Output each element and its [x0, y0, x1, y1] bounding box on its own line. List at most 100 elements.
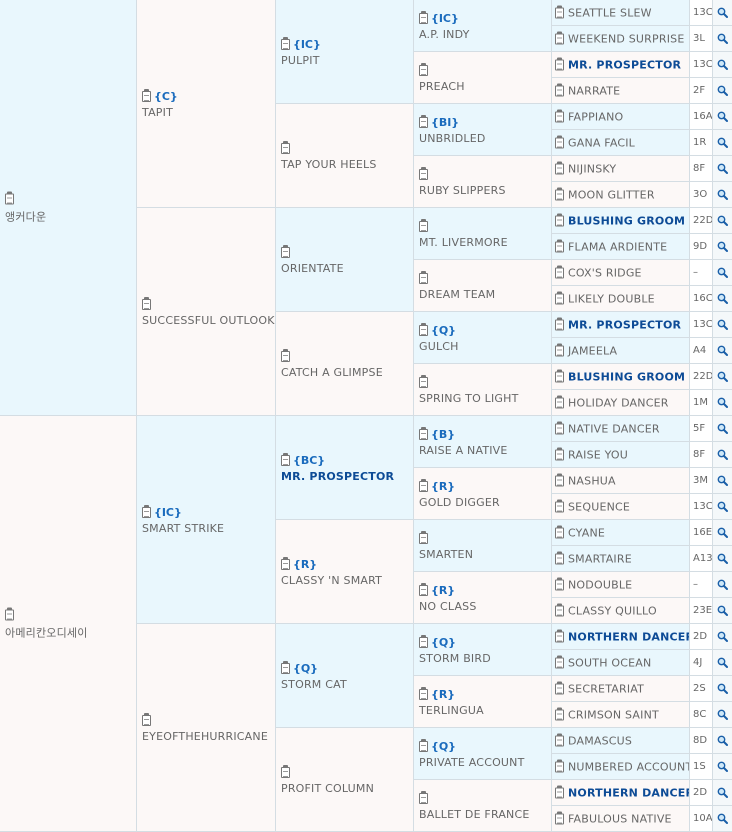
horse-name[interactable]: FAPPIANO — [568, 110, 623, 123]
horse-name[interactable]: NODOUBLE — [568, 578, 632, 591]
horse-name[interactable]: JAMEELA — [568, 344, 617, 357]
horse-name[interactable]: 앵커다운 — [5, 208, 134, 224]
clipboard-icon[interactable] — [555, 629, 564, 642]
horse-name[interactable]: PRIVATE ACCOUNT — [419, 756, 549, 769]
search-icon[interactable] — [713, 780, 732, 806]
horse-cell-gen4-2[interactable]: PREACH — [414, 52, 552, 104]
search-icon[interactable] — [713, 754, 732, 780]
horse-name[interactable]: CLASSY QUILLO — [568, 604, 657, 617]
horse-cell-gen5-10[interactable]: FLAMA ARDIENTE — [552, 234, 690, 260]
clipboard-icon[interactable] — [419, 218, 428, 232]
clipboard-icon[interactable] — [555, 603, 564, 616]
horse-cell-gen5-31[interactable]: NORTHERN DANCER — [552, 780, 690, 806]
horse-name[interactable]: NUMBERED ACCOUNT — [568, 760, 689, 773]
clipboard-icon[interactable] — [419, 426, 428, 440]
search-icon[interactable] — [713, 208, 732, 234]
clipboard-icon[interactable] — [555, 135, 564, 148]
horse-name[interactable]: EYEOFTHEHURRICANE — [142, 730, 273, 743]
horse-cell-gen5-11[interactable]: COX'S RIDGE — [552, 260, 690, 286]
horse-name[interactable]: PULPIT — [281, 54, 411, 67]
horse-cell-gen5-9[interactable]: BLUSHING GROOM — [552, 208, 690, 234]
search-icon[interactable] — [713, 650, 732, 676]
horse-cell-gen1-2[interactable]: 아메리칸오디세이 — [0, 416, 137, 832]
horse-cell-gen5-21[interactable]: CYANE — [552, 520, 690, 546]
clipboard-icon[interactable] — [419, 166, 428, 180]
horse-cell-gen4-11[interactable]: SMARTEN — [414, 520, 552, 572]
horse-name[interactable]: GANA FACIL — [568, 136, 635, 149]
horse-name[interactable]: CYANE — [568, 526, 605, 539]
horse-name[interactable]: BLUSHING GROOM — [568, 370, 685, 383]
horse-name[interactable]: TERLINGUA — [419, 704, 549, 717]
horse-cell-gen5-18[interactable]: RAISE YOU — [552, 442, 690, 468]
clipboard-icon[interactable] — [555, 31, 564, 44]
clipboard-icon[interactable] — [555, 109, 564, 122]
clipboard-icon[interactable] — [555, 395, 564, 408]
horse-name[interactable]: NASHUA — [568, 474, 616, 487]
clipboard-icon[interactable] — [281, 140, 290, 154]
horse-name[interactable]: GULCH — [419, 340, 549, 353]
search-icon[interactable] — [713, 338, 732, 364]
search-icon[interactable] — [713, 572, 732, 598]
horse-name[interactable]: RAISE YOU — [568, 448, 628, 461]
horse-cell-gen5-23[interactable]: NODOUBLE — [552, 572, 690, 598]
horse-name[interactable]: SEATTLE SLEW — [568, 6, 652, 19]
clipboard-icon[interactable] — [419, 582, 428, 596]
clipboard-icon[interactable] — [142, 296, 151, 310]
horse-cell-gen4-5[interactable]: MT. LIVERMORE — [414, 208, 552, 260]
horse-cell-gen4-12[interactable]: {R} NO CLASS — [414, 572, 552, 624]
horse-name[interactable]: NORTHERN DANCER — [568, 786, 689, 799]
clipboard-icon[interactable] — [142, 88, 151, 102]
horse-name[interactable]: RAISE A NATIVE — [419, 444, 549, 457]
horse-cell-gen5-8[interactable]: MOON GLITTER — [552, 182, 690, 208]
horse-cell-gen5-26[interactable]: SOUTH OCEAN — [552, 650, 690, 676]
search-icon[interactable] — [713, 260, 732, 286]
search-icon[interactable] — [713, 364, 732, 390]
horse-cell-gen5-12[interactable]: LIKELY DOUBLE — [552, 286, 690, 312]
horse-name[interactable]: ORIENTATE — [281, 262, 411, 275]
horse-name[interactable]: CLASSY 'N SMART — [281, 574, 411, 587]
horse-cell-gen5-25[interactable]: NORTHERN DANCER — [552, 624, 690, 650]
horse-name[interactable]: NATIVE DANCER — [568, 422, 660, 435]
clipboard-icon[interactable] — [555, 83, 564, 96]
search-icon[interactable] — [713, 182, 732, 208]
search-icon[interactable] — [713, 468, 732, 494]
horse-cell-gen4-8[interactable]: SPRING TO LIGHT — [414, 364, 552, 416]
horse-cell-gen4-6[interactable]: DREAM TEAM — [414, 260, 552, 312]
horse-cell-gen5-30[interactable]: NUMBERED ACCOUNT — [552, 754, 690, 780]
clipboard-icon[interactable] — [555, 343, 564, 356]
horse-cell-gen4-4[interactable]: RUBY SLIPPERS — [414, 156, 552, 208]
horse-name[interactable]: STORM CAT — [281, 678, 411, 691]
clipboard-icon[interactable] — [555, 785, 564, 798]
clipboard-icon[interactable] — [419, 62, 428, 76]
clipboard-icon[interactable] — [555, 525, 564, 538]
horse-cell-gen5-14[interactable]: JAMEELA — [552, 338, 690, 364]
horse-name[interactable]: SECRETARIAT — [568, 682, 644, 695]
horse-name[interactable]: TAPIT — [142, 106, 273, 119]
horse-name[interactable]: MOON GLITTER — [568, 188, 655, 201]
search-icon[interactable] — [713, 26, 732, 52]
clipboard-icon[interactable] — [281, 660, 290, 674]
horse-name[interactable]: FLAMA ARDIENTE — [568, 240, 667, 253]
clipboard-icon[interactable] — [142, 504, 151, 518]
clipboard-icon[interactable] — [5, 191, 14, 204]
search-icon[interactable] — [713, 494, 732, 520]
horse-name[interactable]: STORM BIRD — [419, 652, 549, 665]
horse-cell-gen5-6[interactable]: GANA FACIL — [552, 130, 690, 156]
horse-name[interactable]: MR. PROSPECTOR — [568, 58, 681, 71]
search-icon[interactable] — [713, 104, 732, 130]
clipboard-icon[interactable] — [555, 317, 564, 330]
horse-name[interactable]: MR. PROSPECTOR — [281, 470, 411, 483]
horse-name[interactable]: BALLET DE FRANCE — [419, 808, 549, 821]
horse-name[interactable]: WEEKEND SURPRISE — [568, 32, 684, 45]
search-icon[interactable] — [713, 624, 732, 650]
clipboard-icon[interactable] — [281, 348, 290, 362]
horse-name[interactable]: SMART STRIKE — [142, 522, 273, 535]
search-icon[interactable] — [713, 0, 732, 26]
horse-name[interactable]: GOLD DIGGER — [419, 496, 549, 509]
search-icon[interactable] — [713, 676, 732, 702]
horse-cell-gen3-3[interactable]: ORIENTATE — [276, 208, 414, 312]
clipboard-icon[interactable] — [555, 291, 564, 304]
horse-name[interactable]: LIKELY DOUBLE — [568, 292, 655, 305]
horse-name[interactable]: RUBY SLIPPERS — [419, 184, 549, 197]
horse-cell-gen2-4[interactable]: EYEOFTHEHURRICANE — [137, 624, 276, 832]
